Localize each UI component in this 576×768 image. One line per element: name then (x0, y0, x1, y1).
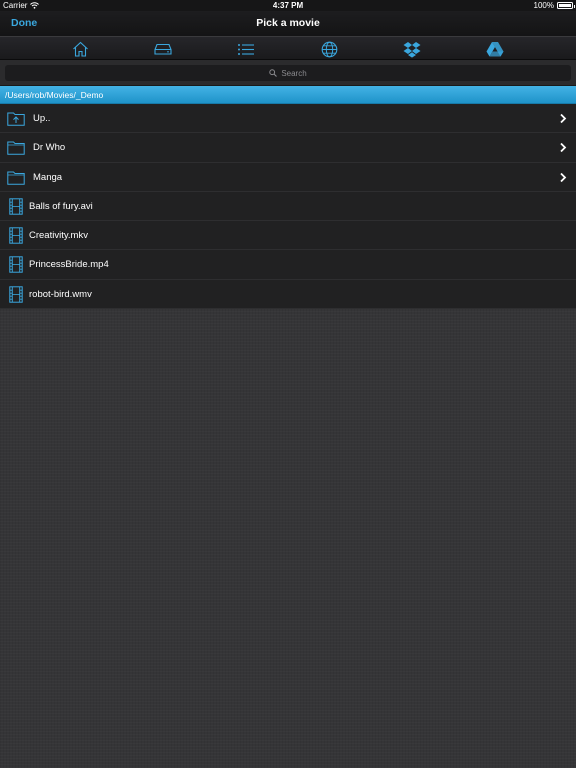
row-label: Creativity.mkv (29, 230, 88, 242)
film-icon (9, 256, 23, 274)
movie-file-row[interactable]: robot-bird.wmv (0, 279, 576, 310)
movie-file-row[interactable]: Balls of fury.avi (0, 191, 576, 222)
globe-icon (321, 41, 337, 57)
row-label: Balls of fury.avi (29, 200, 93, 212)
search-icon (269, 69, 278, 77)
row-label: Up.. (33, 113, 51, 124)
source-toolbar (0, 36, 576, 60)
film-icon (9, 286, 23, 303)
row-icon (7, 110, 25, 127)
search-bar: Search (0, 60, 576, 86)
dropbox-icon (403, 41, 421, 58)
movie-file-row[interactable]: Creativity.mkv (0, 221, 576, 251)
row-icon (7, 227, 25, 244)
row-label: Manga (33, 171, 63, 183)
folder-row[interactable]: Manga (0, 162, 576, 192)
page-title: Pick a movie (256, 17, 320, 29)
dropbox-button[interactable] (401, 39, 423, 59)
chevron-right-icon (560, 113, 567, 124)
film-icon (9, 227, 23, 244)
row-label: Dr Who (33, 142, 66, 154)
battery-icon (557, 2, 575, 9)
google-drive-button[interactable] (484, 39, 506, 59)
battery-percent: 100% (533, 1, 554, 10)
chevron-right-icon (560, 172, 567, 182)
chevron-right-icon (560, 143, 567, 153)
status-bar: Carrier 4:37 PM 100% (0, 0, 576, 11)
row-icon (7, 169, 25, 186)
list-button[interactable] (235, 39, 257, 59)
search-placeholder: Search (281, 68, 307, 78)
google-drive-icon (486, 42, 504, 57)
row-icon (7, 256, 25, 274)
battery-indicator: 100% (533, 0, 575, 11)
drive-icon (154, 43, 172, 55)
navigation-bar: Done Pick a movie (0, 11, 576, 36)
row-label: robot-bird.wmv (29, 288, 92, 300)
folder-icon (7, 171, 25, 185)
file-list: Up.. Dr Who Manga Balls of fury.avi Creativi… (0, 104, 576, 310)
home-icon (72, 41, 88, 57)
current-path: /Users/rob/Movies/_Demo (5, 90, 104, 100)
folder-up-icon (7, 112, 25, 126)
movie-file-row[interactable]: PrincessBride.mp4 (0, 250, 576, 280)
row-icon (7, 198, 25, 215)
folder-row[interactable]: Dr Who (0, 133, 576, 163)
row-icon (7, 139, 25, 156)
row-label: PrincessBride.mp4 (29, 259, 109, 271)
film-icon (9, 198, 23, 215)
status-time: 4:37 PM (272, 1, 304, 10)
search-input[interactable]: Search (5, 65, 571, 81)
network-button[interactable] (318, 39, 340, 59)
list-icon (238, 43, 254, 55)
app-window: Carrier 4:37 PM 100% Done Pick a movie S… (0, 0, 576, 768)
home-button[interactable] (69, 39, 91, 59)
current-path-bar: /Users/rob/Movies/_Demo (0, 86, 576, 104)
row-icon (7, 286, 25, 303)
folder-icon (7, 141, 25, 155)
local-drive-button[interactable] (152, 39, 174, 59)
up-directory-row[interactable]: Up.. (0, 104, 576, 134)
